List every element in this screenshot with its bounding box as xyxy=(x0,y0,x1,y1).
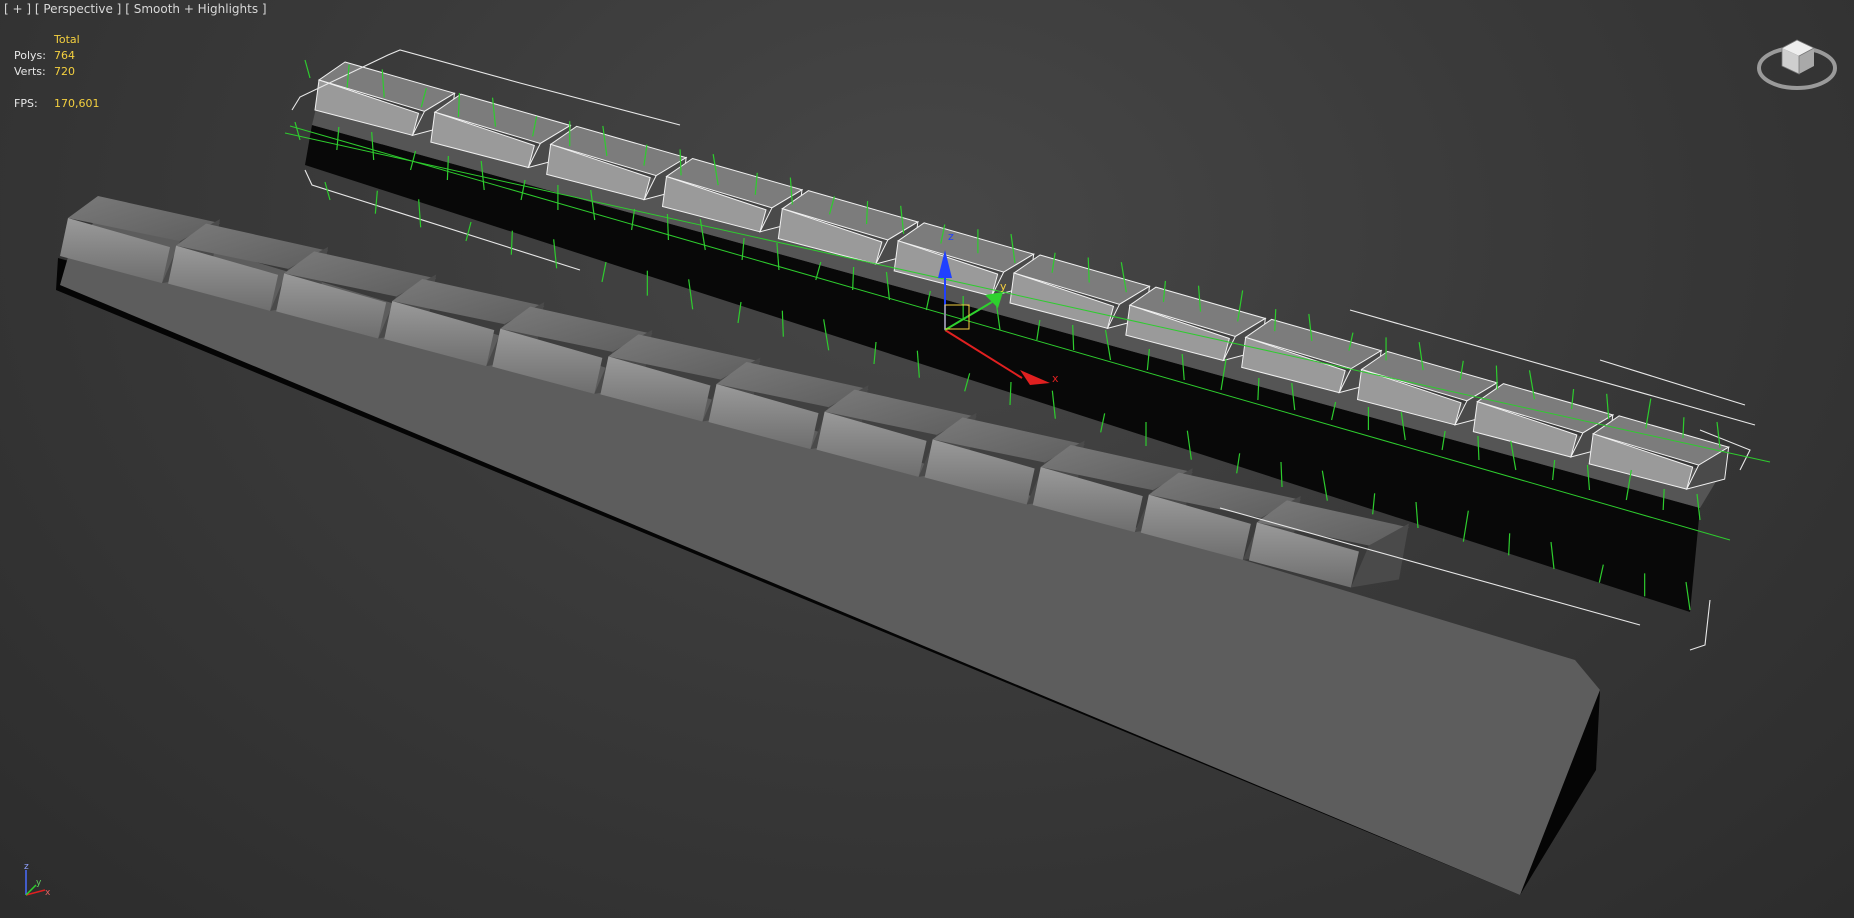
stats-total-header: Total xyxy=(54,33,80,46)
viewport-menu-plus[interactable]: [ + ] xyxy=(4,2,31,16)
verts-value: 720 xyxy=(54,65,75,78)
polys-label: Polys: xyxy=(14,49,46,62)
fps-label: FPS: xyxy=(14,97,38,110)
gizmo-z-label: z xyxy=(948,230,954,243)
gizmo-y-label: y xyxy=(1000,280,1007,293)
vertex-normal xyxy=(294,121,301,141)
vertex-normal xyxy=(304,59,311,79)
tripod-z-label: z xyxy=(24,862,29,872)
scene-statistics: Total Polys: 764 Verts: 720 FPS: 170,601 xyxy=(14,32,100,112)
viewcube-icon[interactable] xyxy=(1754,26,1840,96)
viewport-menu-perspective[interactable]: [ Perspective ] xyxy=(35,2,122,16)
verts-label: Verts: xyxy=(14,65,46,78)
vertex-normal xyxy=(510,230,513,255)
tripod-y-label: y xyxy=(36,878,42,888)
vertex-normal xyxy=(601,261,607,283)
vertex-normal xyxy=(465,221,472,242)
viewport-menu-shading[interactable]: [ Smooth + Highlights ] xyxy=(125,2,266,16)
polys-value: 764 xyxy=(54,49,75,62)
vertex-normal xyxy=(374,190,378,214)
viewport-scene[interactable]: x y z z x y xyxy=(0,0,1854,918)
perspective-viewport[interactable]: x y z z x y [ + ] [ Perspective ] [ Smoo… xyxy=(0,0,1854,918)
gizmo-x-label: x xyxy=(1052,372,1059,385)
axis-tripod-icon: z x y xyxy=(24,862,51,898)
fps-value: 170,601 xyxy=(54,97,100,110)
tripod-x-label: x xyxy=(45,888,51,898)
vertex-normal xyxy=(418,199,422,228)
viewport-label: [ + ] [ Perspective ] [ Smooth + Highlig… xyxy=(4,2,267,16)
